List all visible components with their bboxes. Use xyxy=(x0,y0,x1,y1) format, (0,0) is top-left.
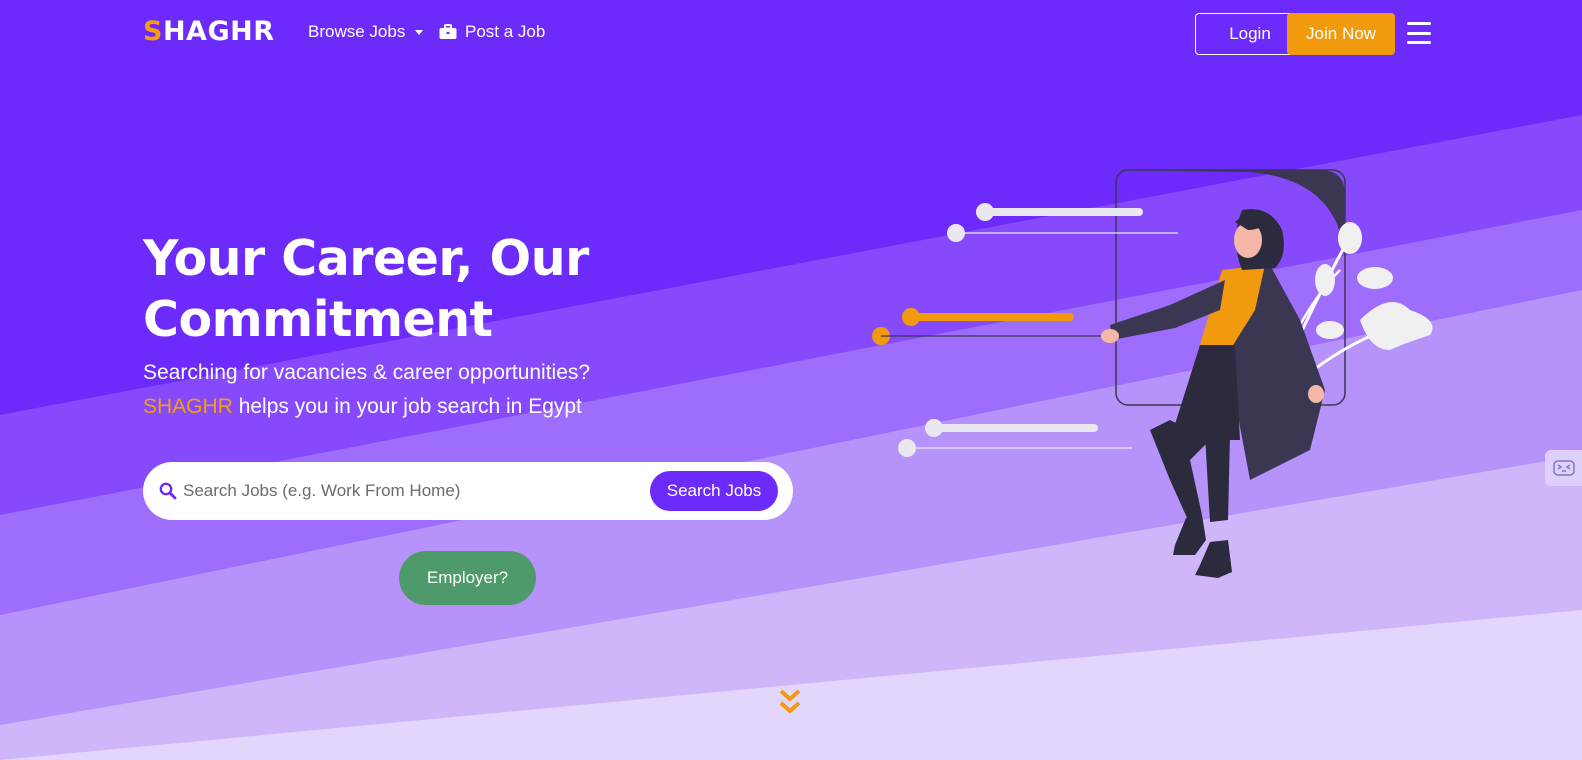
join-now-button[interactable]: Join Now xyxy=(1287,13,1395,55)
hero-subtitle: Searching for vacancies & career opportu… xyxy=(143,356,590,424)
post-a-job-label: Post a Job xyxy=(465,22,546,41)
hamburger-menu-icon[interactable] xyxy=(1407,22,1431,44)
logo-text: HAGHR xyxy=(162,16,275,47)
top-navbar: SHAGHR Browse Jobs Post a Job Login Join… xyxy=(0,0,1582,68)
hero-subtitle-line2-text: helps you in your job search in Egypt xyxy=(232,395,582,418)
browse-jobs-label: Browse Jobs xyxy=(308,22,406,41)
employer-button[interactable]: Employer? xyxy=(399,551,536,605)
search-icon xyxy=(159,482,177,500)
search-jobs-button[interactable]: Search Jobs xyxy=(650,471,778,511)
browse-jobs-dropdown[interactable]: Browse Jobs xyxy=(308,22,424,42)
chat-widget-icon[interactable] xyxy=(1545,450,1582,486)
site-logo[interactable]: SHAGHR xyxy=(143,16,275,47)
job-search-bar: Search Jobs xyxy=(143,462,793,520)
hero-illustration xyxy=(872,169,1433,578)
hero-title: Your Career, Our Commitment xyxy=(143,228,703,350)
hero-title-line2: Commitment xyxy=(143,291,493,348)
post-a-job-link[interactable]: Post a Job xyxy=(439,22,545,42)
hero-title-line1: Your Career, Our xyxy=(143,230,589,287)
hero-subtitle-line1: Searching for vacancies & career opportu… xyxy=(143,361,591,384)
caret-down-icon xyxy=(415,29,424,35)
chat-face-icon xyxy=(1552,460,1575,476)
search-input[interactable] xyxy=(183,476,633,506)
brand-highlight: SHAGHR xyxy=(143,395,233,418)
hero-subtitle-line2: SHAGHR helps you in your job search in E… xyxy=(143,390,590,424)
briefcase-icon xyxy=(439,24,457,39)
chevron-double-down-icon[interactable] xyxy=(778,688,802,718)
logo-letter-s: S xyxy=(143,16,163,47)
